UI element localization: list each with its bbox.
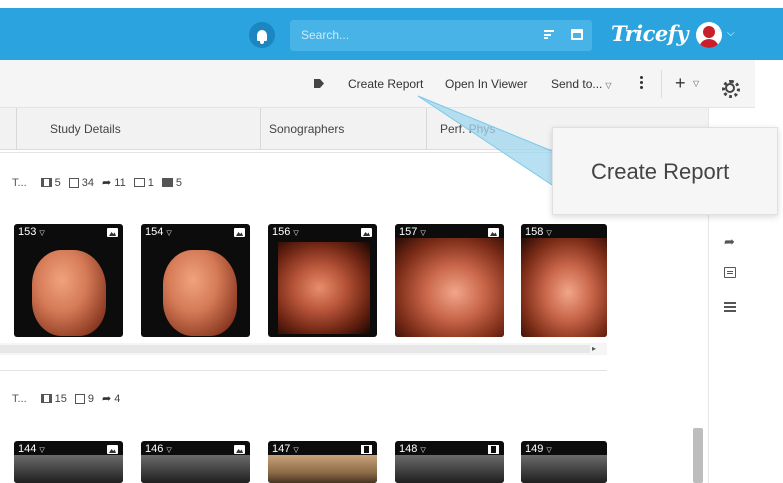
scroll-right-icon[interactable]: ▸ — [592, 344, 596, 353]
image-type-icon — [488, 228, 499, 237]
thumbnail-number: 148 ▽ — [399, 443, 426, 455]
share-count: 11 — [114, 176, 126, 189]
thumbnail-number: 153 ▽ — [18, 226, 45, 238]
thumbnail-number: 144 ▽ — [18, 443, 45, 455]
chevron-down-icon[interactable]: ▽ — [693, 79, 699, 88]
gear-icon[interactable] — [722, 80, 740, 98]
study-row-summary[interactable]: T... 15 9 ➦ 4 — [12, 392, 128, 406]
column-header-perf-phys[interactable]: Perf. Phys — [440, 122, 495, 136]
image-count-icon — [74, 393, 85, 404]
row-divider — [0, 152, 607, 153]
share-icon[interactable]: ➦ — [724, 234, 735, 250]
image-type-icon — [361, 228, 372, 237]
thumbnail-number: 157 ▽ — [399, 226, 426, 238]
image-type-icon — [107, 228, 118, 237]
thumbnail-number: 158 ▽ — [525, 226, 552, 238]
image-count: 9 — [87, 392, 95, 405]
image-type-icon — [107, 445, 118, 454]
add-icon[interactable]: + — [675, 73, 686, 94]
row-divider — [0, 370, 607, 371]
ultrasound-image — [14, 455, 123, 483]
video-count: 5 — [54, 176, 61, 189]
video-type-icon — [361, 445, 372, 454]
thumbnail-number: 154 ▽ — [145, 226, 172, 238]
column-header-sonographers[interactable]: Sonographers — [269, 122, 344, 136]
horizontal-scrollbar[interactable]: ▸ — [0, 343, 607, 355]
ultrasound-image — [163, 250, 237, 336]
column-divider — [16, 108, 17, 150]
thumbnail-number: 149 ▽ — [525, 443, 552, 455]
user-avatar[interactable] — [696, 22, 722, 48]
thumbnail-154[interactable]: 154 ▽ — [141, 224, 250, 337]
create-report-button[interactable]: Create Report — [348, 77, 423, 91]
image-type-icon — [234, 445, 245, 454]
list-icon[interactable] — [724, 302, 736, 314]
search-placeholder: Search... — [301, 28, 350, 42]
ultrasound-image — [521, 238, 607, 337]
kit-count: 5 — [175, 176, 182, 189]
ultrasound-image — [395, 238, 504, 337]
more-options-icon[interactable] — [640, 76, 644, 91]
thumbnail-156[interactable]: 156 ▽ — [268, 224, 377, 337]
send-to-label: Send to... — [551, 77, 603, 91]
open-in-viewer-button[interactable]: Open In Viewer — [445, 77, 528, 91]
thumbnail-157[interactable]: 157 ▽ — [395, 224, 504, 337]
thumbnail-147[interactable]: 147 ▽ — [268, 441, 377, 483]
image-count: 34 — [81, 176, 95, 189]
column-divider — [260, 108, 261, 150]
share-count-icon: ➦ — [102, 177, 112, 189]
scrollbar-thumb[interactable] — [0, 345, 590, 353]
ultrasound-image — [521, 455, 607, 483]
image-type-icon — [234, 228, 245, 237]
thumbnail-148[interactable]: 148 ▽ — [395, 441, 504, 483]
video-type-icon — [488, 445, 499, 454]
thumbnail-146[interactable]: 146 ▽ — [141, 441, 250, 483]
send-to-button[interactable]: Send to... ▽ — [551, 77, 612, 91]
share-count: 4 — [114, 392, 121, 405]
filter-icon[interactable] — [544, 30, 554, 39]
image-count-icon — [68, 177, 79, 188]
thumbnail-153[interactable]: 153 ▽ — [14, 224, 123, 337]
ultrasound-image — [268, 455, 377, 483]
comment-count-icon — [133, 178, 145, 187]
notifications-bell-icon[interactable] — [249, 22, 275, 48]
comment-count: 1 — [147, 176, 154, 189]
column-header-study-details[interactable]: Study Details — [50, 122, 121, 136]
thumbnail-144[interactable]: 144 ▽ — [14, 441, 123, 483]
thumbnail-158[interactable]: 158 ▽ — [521, 224, 607, 337]
video-count: 15 — [54, 392, 67, 405]
thumbnail-number: 156 ▽ — [272, 226, 299, 238]
vertical-scrollbar[interactable] — [693, 428, 703, 483]
study-name-truncated: T... — [12, 392, 27, 405]
comment-icon[interactable] — [724, 267, 736, 278]
video-count-icon — [40, 394, 52, 403]
calendar-icon[interactable] — [571, 29, 583, 40]
thumbnail-149[interactable]: 149 ▽ — [521, 441, 607, 483]
window-top-edge — [0, 0, 783, 8]
ultrasound-image — [395, 455, 504, 483]
ultrasound-image — [32, 250, 106, 336]
chevron-down-icon: ▽ — [605, 81, 612, 90]
share-count-icon: ➦ — [102, 393, 112, 405]
column-divider — [426, 108, 427, 150]
video-count-icon — [40, 178, 52, 187]
ultrasound-image — [278, 242, 370, 334]
chevron-down-icon[interactable]: ⌵ — [727, 28, 735, 39]
brand-logo[interactable]: Tricefy — [611, 21, 689, 46]
thumbnail-number: 146 ▽ — [145, 443, 172, 455]
kit-count-icon — [161, 178, 173, 187]
ultrasound-image — [141, 455, 250, 483]
study-name-truncated: T... — [12, 176, 27, 189]
zoom-callout: Create Report — [552, 127, 778, 215]
thumbnail-number: 147 ▽ — [272, 443, 299, 455]
study-row-summary[interactable]: T... 5 34 ➦ 11 1 5 — [12, 176, 190, 190]
callout-text: Create Report — [591, 159, 730, 184]
toolbar-divider — [661, 70, 662, 98]
